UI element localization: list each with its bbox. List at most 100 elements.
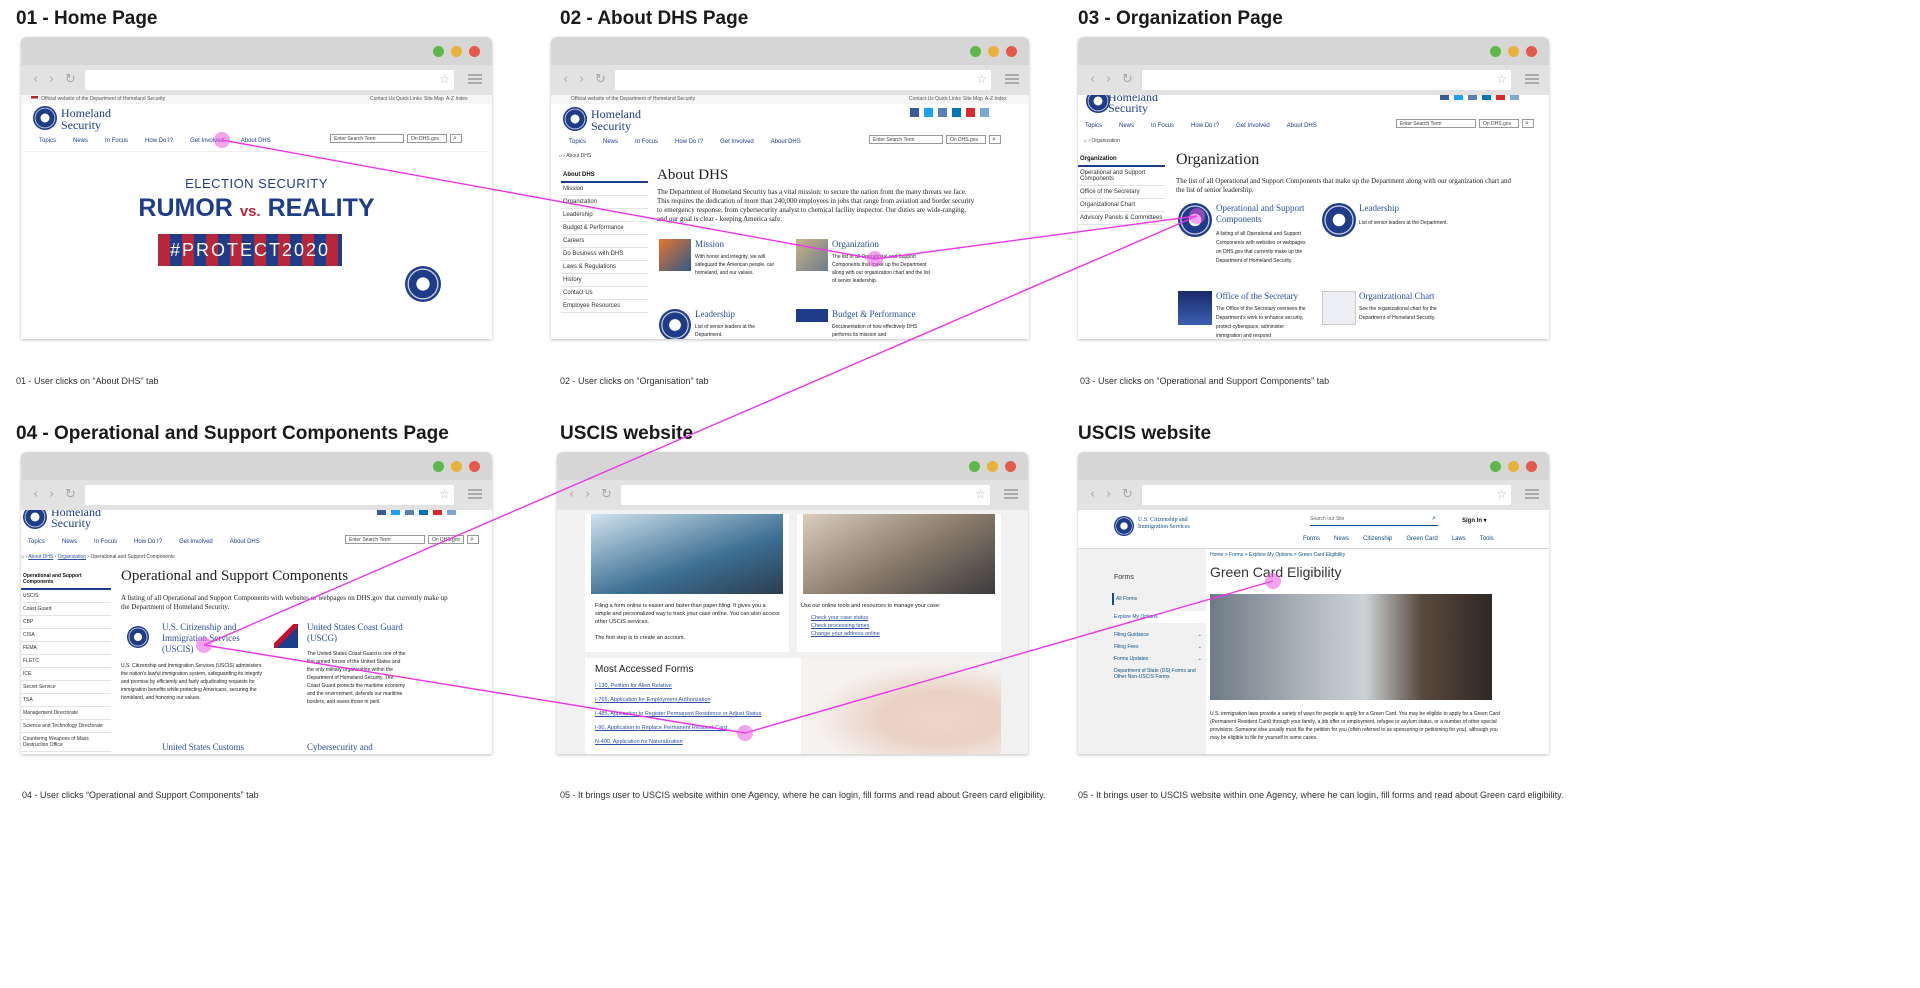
maximize-button[interactable] (1490, 461, 1501, 472)
sidebar-item-ds-forms[interactable]: Department of State (DS) Forms and Other… (1112, 665, 1206, 683)
nav-topics[interactable]: Topics (39, 138, 56, 144)
youtube-icon[interactable] (1496, 95, 1505, 100)
sidebar-item-fletc[interactable]: FLETC (21, 655, 111, 668)
search-scope-select[interactable]: On DHS.gov (428, 535, 464, 544)
sidebar-item-cbp[interactable]: CBP (21, 616, 111, 629)
card-budget-title[interactable]: Budget & Performance (832, 309, 915, 319)
star-icon[interactable]: ☆ (1496, 72, 1507, 86)
forward-arrow-icon[interactable]: › (579, 72, 584, 87)
sidebar-item-forms-updates[interactable]: Forms Updates ⌄ (1112, 653, 1206, 665)
forward-arrow-icon[interactable]: › (49, 487, 54, 502)
sidebar-item-cwmd[interactable]: Countering Weapons of Mass Destruction O… (21, 733, 111, 752)
sidebar-item-organization[interactable]: Organization (561, 196, 648, 209)
facebook-icon[interactable] (1440, 95, 1449, 100)
sidebar-item-science[interactable]: Science and Technology Directorate (21, 720, 111, 733)
sidebar-item-secretary[interactable]: Office of the Secretary (1078, 186, 1165, 199)
instagram-icon[interactable] (405, 510, 414, 515)
nav-in-focus[interactable]: In Focus (1151, 123, 1174, 129)
magnifier-icon[interactable]: ⌕ (450, 134, 462, 143)
sidebar-item-careers[interactable]: Careers (561, 235, 648, 248)
address-bar[interactable]: ☆ (85, 485, 454, 505)
forward-arrow-icon[interactable]: › (1106, 72, 1111, 87)
secretary-thumbnail[interactable] (1178, 291, 1212, 325)
sidebar-item-secret-service[interactable]: Secret Service (21, 681, 111, 694)
back-arrow-icon[interactable]: ‹ (1090, 72, 1095, 87)
nav-news[interactable]: News (62, 539, 77, 545)
card-cisa-title[interactable]: Cybersecurity and (307, 742, 373, 752)
address-bar[interactable]: ☆ (85, 70, 454, 90)
magnifier-icon[interactable]: ⌕ (1522, 119, 1534, 128)
nav-laws[interactable]: Laws (1452, 536, 1466, 542)
email-icon[interactable] (1510, 95, 1519, 100)
nav-news[interactable]: News (73, 138, 88, 144)
sidebar-item-leadership[interactable]: Leadership (561, 209, 648, 222)
organization-thumbnail[interactable] (796, 239, 828, 271)
search-scope-select[interactable]: On DHS.gov (1479, 119, 1519, 128)
nav-how-do-i[interactable]: How Do I? (145, 138, 173, 144)
nav-news[interactable]: News (1334, 536, 1349, 542)
nav-in-focus[interactable]: In Focus (105, 138, 128, 144)
sidebar-item-all-forms[interactable]: All Forms (1112, 593, 1206, 605)
maximize-button[interactable] (970, 46, 981, 57)
nav-topics[interactable]: Topics (569, 139, 586, 145)
uscis-logo[interactable] (127, 626, 149, 648)
util-quick-links[interactable]: Quick Links (935, 96, 961, 102)
card-cbp-title[interactable]: United States Customs (162, 742, 244, 752)
sidebar-item-filing-fees[interactable]: Filing Fees ⌄ (1112, 641, 1206, 653)
reload-icon[interactable]: ↻ (1122, 487, 1133, 502)
star-icon[interactable]: ☆ (439, 487, 450, 501)
sidebar-item-explore[interactable]: Explore My Options (1112, 611, 1206, 623)
sidebar-item-coast-guard[interactable]: Coast Guard (21, 603, 111, 616)
form-link-n400[interactable]: N-400, Application for Naturalization (595, 738, 683, 747)
util-site-map[interactable]: Site Map (424, 96, 444, 102)
magnifier-icon[interactable]: ⌕ (989, 135, 1001, 144)
nav-news[interactable]: News (1119, 123, 1134, 129)
nav-topics[interactable]: Topics (28, 539, 45, 545)
address-bar[interactable]: ☆ (1142, 70, 1511, 90)
nav-how-do-i[interactable]: How Do I? (1191, 123, 1219, 129)
star-icon[interactable]: ☆ (1496, 487, 1507, 501)
nav-about-dhs[interactable]: About DHS (771, 139, 801, 145)
sidebar-item-budget[interactable]: Budget & Performance (561, 222, 648, 235)
nav-green-card[interactable]: Green Card (1406, 536, 1437, 542)
sidebar-item-management[interactable]: Management Directorate (21, 707, 111, 720)
util-az-index[interactable]: A-Z Index (446, 96, 468, 102)
nav-topics[interactable]: Topics (1085, 123, 1102, 129)
minimize-button[interactable] (451, 461, 462, 472)
uscis-seal-logo[interactable] (1114, 516, 1134, 536)
magnifier-icon[interactable]: ⌕ (467, 535, 479, 544)
nav-tools[interactable]: Tools (1480, 536, 1494, 542)
tool-link-address[interactable]: Change your address online (811, 630, 880, 639)
back-arrow-icon[interactable]: ‹ (569, 487, 574, 502)
back-arrow-icon[interactable]: ‹ (33, 72, 38, 87)
sidebar-item-filing-guidance[interactable]: Filing Guidance ⌄ (1112, 629, 1206, 641)
close-button[interactable] (1005, 461, 1016, 472)
nav-about-dhs[interactable]: About DHS (1287, 123, 1317, 129)
back-arrow-icon[interactable]: ‹ (33, 487, 38, 502)
form-link-i130[interactable]: I-130, Petition for Alien Relative (595, 682, 672, 691)
dhs-seal-logo[interactable] (33, 106, 57, 130)
youtube-icon[interactable] (966, 108, 975, 117)
minimize-button[interactable] (987, 461, 998, 472)
forward-arrow-icon[interactable]: › (585, 487, 590, 502)
hamburger-menu-icon[interactable] (1525, 489, 1539, 499)
sidebar-item-operational[interactable]: Operational and Support Components (1078, 167, 1165, 186)
twitter-icon[interactable] (391, 510, 400, 515)
minimize-button[interactable] (988, 46, 999, 57)
chevron-down-icon[interactable]: ⌄ (1198, 632, 1202, 638)
hero-carousel[interactable]: ELECTION SECURITY RUMOR vs. REALITY #PRO… (24, 151, 489, 339)
facebook-icon[interactable] (910, 108, 919, 117)
sidebar-item-fema[interactable]: FEMA (21, 642, 111, 655)
dhs-seal-logo[interactable] (563, 107, 587, 131)
org-chart-thumbnail[interactable] (1322, 291, 1356, 325)
sign-in-button[interactable]: Sign In ▾ (1462, 517, 1487, 524)
chevron-down-icon[interactable]: ⌄ (1198, 656, 1202, 662)
util-az-index[interactable]: A-Z Index (985, 96, 1007, 102)
card-org-chart-title[interactable]: Organizational Chart (1359, 291, 1435, 301)
close-button[interactable] (469, 46, 480, 57)
close-button[interactable] (1526, 46, 1537, 57)
twitter-icon[interactable] (1454, 95, 1463, 100)
util-contact[interactable]: Contact Us (370, 96, 395, 102)
maximize-button[interactable] (433, 46, 444, 57)
star-icon[interactable]: ☆ (439, 72, 450, 86)
